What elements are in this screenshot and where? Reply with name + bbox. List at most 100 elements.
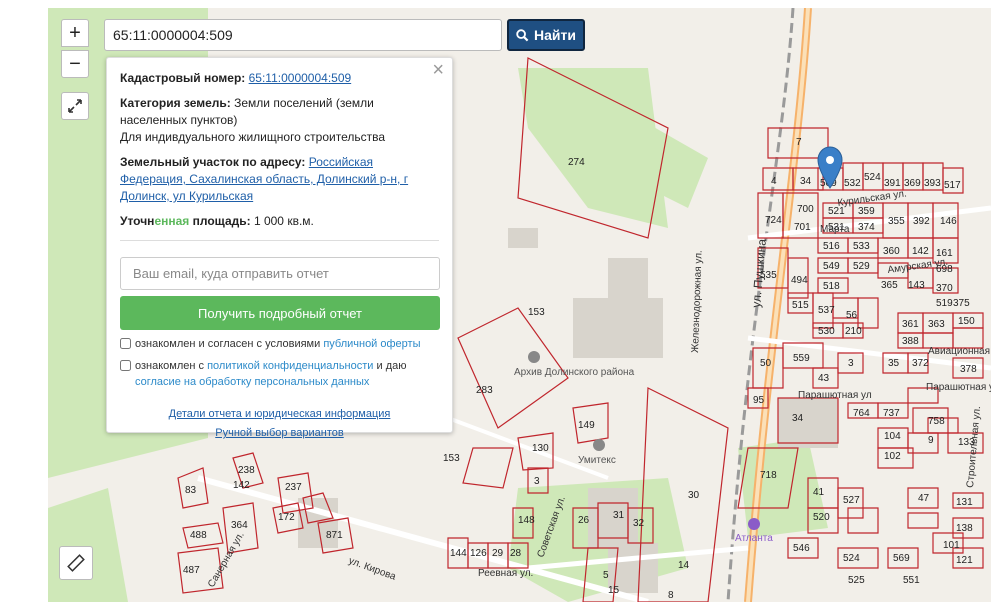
area-label-part: енная xyxy=(154,214,190,228)
parcel-label: 148 xyxy=(518,515,535,526)
parcel-label: 524 xyxy=(843,553,860,564)
parcel-label: 378 xyxy=(960,364,977,375)
public-offer-link[interactable]: публичной оферты xyxy=(323,338,420,350)
parcel-label: 494 xyxy=(791,275,808,286)
parcel-label: 363 xyxy=(928,319,945,330)
parcel-label: 515 xyxy=(792,300,809,311)
fullscreen-button[interactable] xyxy=(61,92,89,120)
parcel-label: 520 xyxy=(813,512,830,523)
parcel-label: 529 xyxy=(853,261,870,272)
get-report-button[interactable]: Получить подробный отчет xyxy=(120,296,440,330)
parcel-label: 361 xyxy=(902,319,919,330)
parcel-label: 517 xyxy=(944,180,961,191)
parcel-label: 138 xyxy=(956,523,973,534)
parcel-label: 144 xyxy=(450,548,467,559)
parcel-label: 537 xyxy=(818,305,835,316)
place-label: Атланта xyxy=(735,533,773,544)
parcel-label: 8 xyxy=(668,590,674,601)
parcel-label: 130 xyxy=(532,443,549,454)
parcel-label: 391 xyxy=(884,178,901,189)
parcel-label: 34 xyxy=(800,176,812,187)
privacy-checkbox[interactable] xyxy=(120,360,131,371)
privacy-consent-label: и даю xyxy=(373,360,407,372)
parcel-label: 533 xyxy=(853,241,870,252)
parcel-label: 549 xyxy=(823,261,840,272)
parcel-label: 700 xyxy=(797,204,814,215)
parcel-label: 283 xyxy=(476,385,493,396)
parcel-label: 551 xyxy=(903,575,920,586)
cadastral-number-link[interactable]: 65:11:0000004:509 xyxy=(249,71,352,85)
parcel-label: 43 xyxy=(818,373,830,384)
parcel-label: 83 xyxy=(185,485,197,496)
parcel-label: 724 xyxy=(765,215,782,226)
street-label: Реевная ул. xyxy=(478,568,533,579)
parcel-label: 569 xyxy=(893,553,910,564)
parcel-label: 15 xyxy=(608,585,620,596)
parcel-label: 142 xyxy=(912,246,929,257)
shop-icon xyxy=(593,439,605,451)
parcel-label: 355 xyxy=(888,216,905,227)
zoom-in-button[interactable]: + xyxy=(61,19,89,47)
parcel-label: 737 xyxy=(883,408,900,419)
parcel-label: 143 xyxy=(908,280,925,291)
data-processing-link[interactable]: согласие на обработку персональных данны… xyxy=(135,376,369,388)
parcel-label: 172 xyxy=(278,512,295,523)
search-input[interactable] xyxy=(104,19,502,51)
archive-icon xyxy=(528,351,540,363)
offer-consent-row: ознакомлен и согласен с условиями публич… xyxy=(120,336,439,352)
privacy-consent-row: ознакомлен с политикой конфиденциальност… xyxy=(120,358,439,390)
parcel-label: 559 xyxy=(793,353,810,364)
area-label-part: Уточн xyxy=(120,214,155,228)
zoom-out-button[interactable]: − xyxy=(61,50,89,78)
parcel-label: 524 xyxy=(864,172,881,183)
report-details-link[interactable]: Детали отчета и юридическая информация xyxy=(120,406,439,423)
search-icon xyxy=(516,28,529,41)
search-button[interactable]: Найти xyxy=(507,19,585,51)
email-input[interactable] xyxy=(120,257,440,290)
parcel-label: 758 xyxy=(928,416,945,427)
parcel-label: 210 xyxy=(845,326,862,337)
parcel-label: 101 xyxy=(943,540,960,551)
street-label: ул. Кирова xyxy=(347,555,398,582)
parcel-label: 29 xyxy=(492,548,504,559)
parcel-label: 701 xyxy=(794,222,811,233)
parcel-label: 102 xyxy=(884,451,901,462)
street-label: ул. Пушкина xyxy=(749,238,769,308)
privacy-consent-text: ознакомлен с политикой конфиденциальност… xyxy=(135,358,439,390)
parcel-label: 364 xyxy=(231,520,248,531)
parcel-label: 392 xyxy=(913,216,930,227)
parcel-label: 153 xyxy=(443,453,460,464)
parcel-label: 142 xyxy=(233,480,250,491)
parcel-label: 764 xyxy=(853,408,870,419)
parcel-label: 30 xyxy=(688,490,700,501)
parcel-label: 274 xyxy=(568,157,585,168)
parcel-label: 3 xyxy=(848,358,854,369)
close-icon[interactable]: × xyxy=(432,60,444,80)
category-label: Категория земель: xyxy=(120,96,231,110)
place-label: Архив Долинского района xyxy=(514,367,635,378)
address-label: Земельный участок по адресу: xyxy=(120,155,306,169)
divider xyxy=(120,240,439,241)
street-label: Парашютная ул xyxy=(798,390,872,401)
usage-value: Для индивдуального жилищного строительст… xyxy=(120,130,386,144)
parcel-label: 41 xyxy=(813,487,825,498)
parcel-label: 5 xyxy=(603,570,609,581)
parcel-label: 126 xyxy=(470,548,487,559)
ruler-button[interactable] xyxy=(59,546,93,580)
parcel-label: 359 xyxy=(858,206,875,217)
offer-consent-text: ознакомлен и согласен с условиями публич… xyxy=(135,336,421,352)
parcel-label: 121 xyxy=(956,555,973,566)
offer-checkbox[interactable] xyxy=(120,338,131,349)
parcel-label: 525 xyxy=(848,575,865,586)
parcel-label: 32 xyxy=(633,518,645,529)
expand-icon xyxy=(68,99,82,113)
shop-icon xyxy=(748,518,760,530)
parcel-label: 487 xyxy=(183,565,200,576)
parcel-label: 530 xyxy=(818,326,835,337)
parcel-label: 146 xyxy=(940,216,957,227)
privacy-policy-link[interactable]: политикой конфиденциальности xyxy=(207,360,373,372)
parcel-label: 31 xyxy=(613,510,625,521)
manual-selection-link[interactable]: Ручной выбор вариантов xyxy=(120,425,439,442)
parcel-label: 518 xyxy=(823,281,840,292)
place-label: Умитекс xyxy=(578,455,616,466)
